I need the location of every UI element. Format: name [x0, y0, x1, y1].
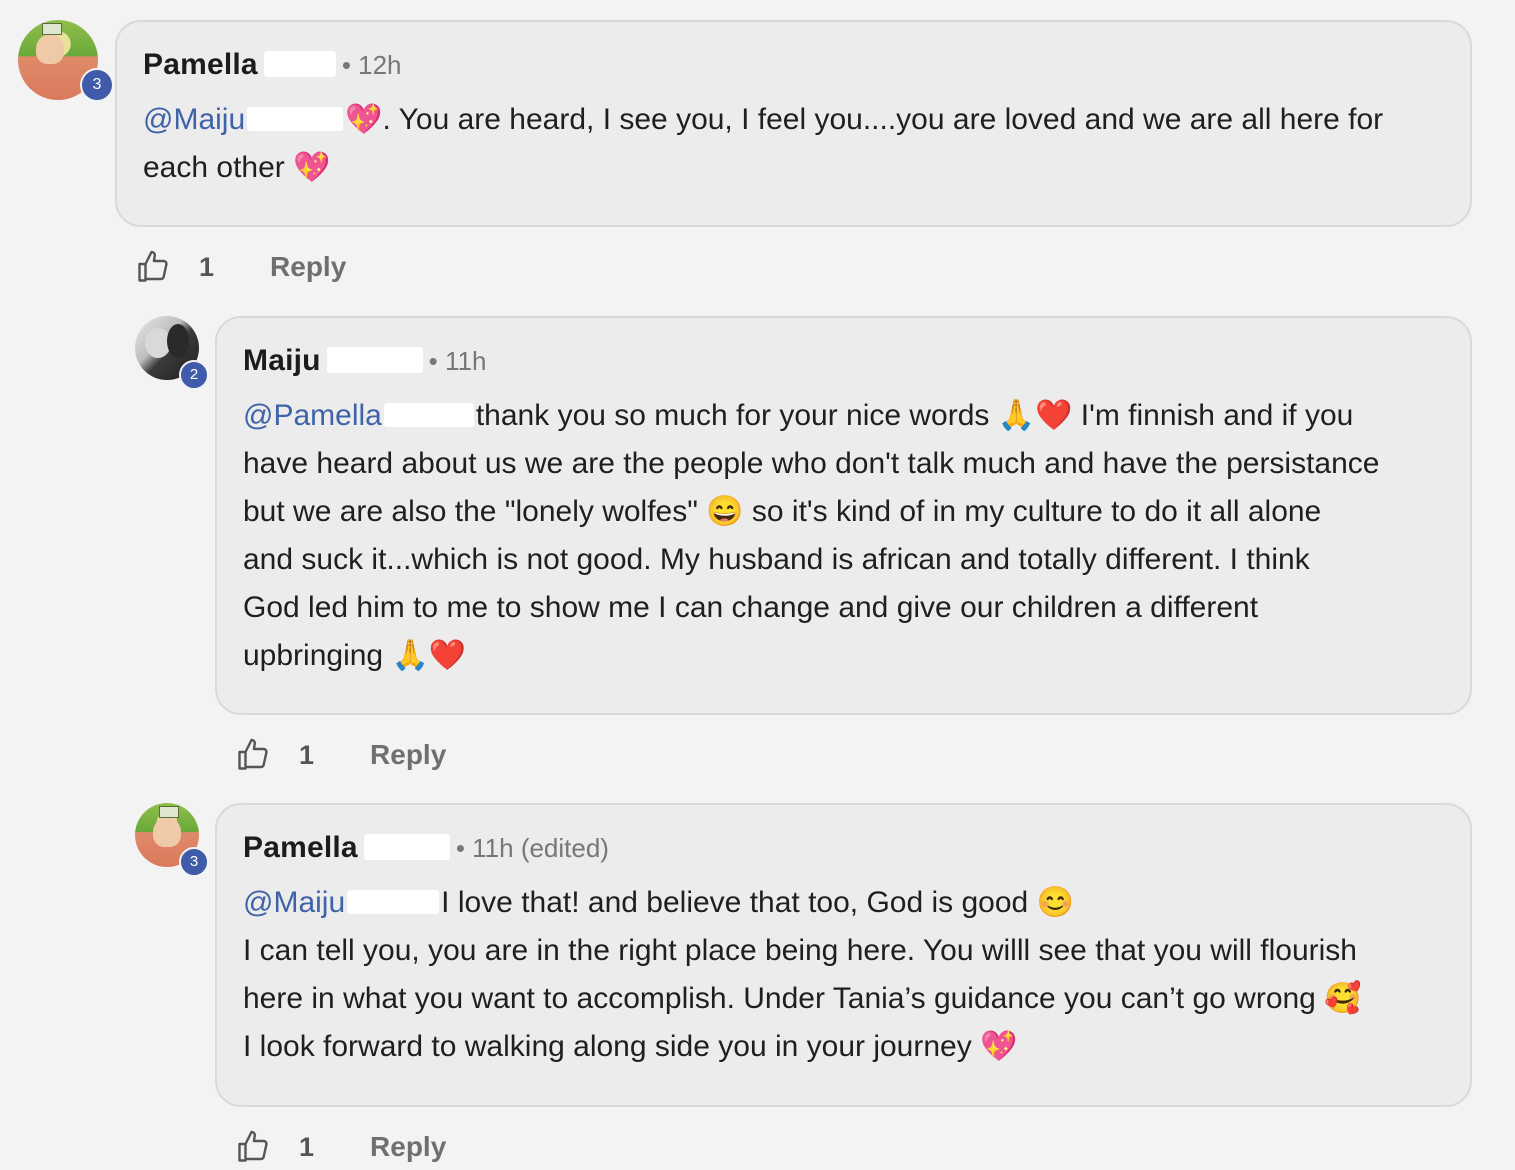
mention-link[interactable]: @Maiju [243, 886, 345, 919]
comment-actions: 1 Reply [235, 735, 446, 775]
comment-line: and suck it...which is not good. My husb… [243, 543, 1310, 576]
level-badge: 3 [80, 68, 114, 102]
redacted-surname [363, 834, 450, 860]
author-name[interactable]: Pamella [143, 48, 258, 82]
comment-text: @Pamella thank you so much for your nice … [243, 392, 1444, 680]
reply-button[interactable]: Reply [270, 251, 346, 283]
level-badge: 3 [179, 847, 209, 877]
reply-button[interactable]: Reply [370, 1131, 446, 1163]
comment-text: @Maiju I love that! and believe that too,… [243, 879, 1444, 1071]
mention-link[interactable]: @Pamella [243, 399, 382, 432]
author-name[interactable]: Maiju [243, 344, 321, 378]
redacted-surname [263, 51, 336, 77]
comment-header: Pamella • 12h [143, 48, 1444, 88]
redacted-mention [347, 890, 440, 914]
like-count: 1 [299, 739, 315, 770]
comment-line: thank you so much for your nice words 🙏❤… [475, 399, 1354, 432]
comment-text: @Maiju 💖. You are heard, I see you, I fee… [143, 96, 1444, 192]
comment-line: I can tell you, you are in the right pla… [243, 934, 1357, 967]
comment-header: Pamella • 11h (edited) [243, 831, 1444, 871]
author-name[interactable]: Pamella [243, 831, 358, 865]
comment-bubble: Pamella • 11h (edited) @Maiju I love that… [215, 803, 1472, 1107]
avatar[interactable]: 2 [135, 316, 209, 390]
comment-thread: 3 Pamella • 12h @Maiju 💖. You are heard, … [0, 0, 1515, 1170]
comment-line: God led him to me to show me I can chang… [243, 591, 1259, 624]
redacted-surname [326, 347, 423, 373]
comment-line: have heard about us we are the people wh… [243, 447, 1380, 480]
comment-line: I look forward to walking along side you… [243, 1030, 1018, 1063]
comment-bubble: Maiju • 11h @Pamella thank you so much fo… [215, 316, 1472, 715]
mention-link[interactable]: @Maiju [143, 103, 245, 136]
comment-line: I love that! and believe that too, God i… [441, 886, 1074, 919]
like-count: 1 [299, 1131, 315, 1162]
comment-line: but we are also the "lonely wolfes" 😄 so… [243, 495, 1322, 528]
timestamp: • 11h (edited) [455, 833, 609, 863]
timestamp: • 11h [428, 346, 487, 376]
timestamp: • 12h [341, 50, 402, 80]
thumbs-up-icon[interactable] [235, 1129, 271, 1165]
comment-line: here in what you want to accomplish. Und… [243, 982, 1362, 1015]
comment-line: 💖. You are heard, I see you, I feel you.… [345, 103, 1384, 136]
redacted-mention [247, 107, 344, 131]
redacted-mention [383, 403, 474, 427]
comment-actions: 1 Reply [235, 1127, 446, 1167]
avatar[interactable]: 3 [135, 803, 209, 877]
comment-bubble: Pamella • 12h @Maiju 💖. You are heard, I … [115, 20, 1472, 227]
comment-line: each other 💖 [143, 151, 331, 184]
thumbs-up-icon[interactable] [235, 737, 271, 773]
avatar[interactable]: 3 [18, 20, 114, 102]
comment-line: upbringing 🙏❤️ [243, 639, 467, 672]
level-badge: 2 [179, 360, 209, 390]
thumbs-up-icon[interactable] [135, 249, 171, 285]
comment-header: Maiju • 11h [243, 344, 1444, 384]
reply-button[interactable]: Reply [370, 739, 446, 771]
comment-actions: 1 Reply [135, 247, 346, 287]
like-count: 1 [199, 251, 215, 282]
